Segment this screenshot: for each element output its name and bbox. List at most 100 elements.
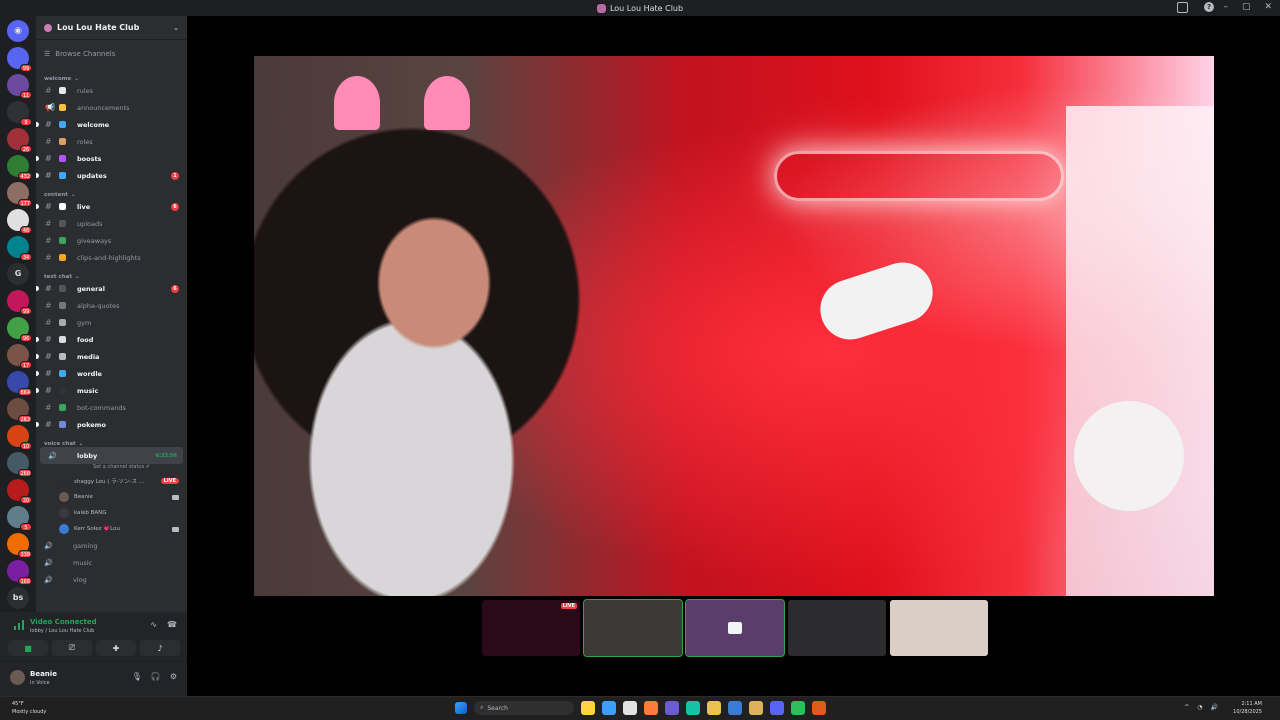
maximize-button[interactable]: ▢ (1242, 2, 1251, 12)
server-icon[interactable]: 9 (7, 101, 32, 126)
avatar[interactable] (10, 670, 25, 685)
server-icon[interactable]: 268 (7, 452, 32, 477)
server-icon[interactable]: G (7, 263, 29, 285)
voice-user[interactable]: Beanie (36, 489, 187, 505)
channel-wordle[interactable]: # wordle (36, 365, 187, 382)
taskbar-app-icon[interactable] (707, 701, 721, 715)
server-icon[interactable]: bs (7, 587, 29, 609)
screen-share-button[interactable]: ⎚ (52, 640, 92, 656)
channel-boosts[interactable]: # boosts (36, 150, 187, 167)
channel-media[interactable]: # media (36, 348, 187, 365)
noise-suppression-icon[interactable]: ∿ (150, 620, 157, 629)
minimize-button[interactable]: – (1223, 2, 1228, 12)
close-button[interactable]: ✕ (1264, 2, 1272, 12)
server-icon[interactable]: 5 (7, 506, 32, 531)
disconnect-icon[interactable]: ☎ (167, 620, 177, 629)
server-icon[interactable]: 177 (7, 182, 32, 207)
voice-user[interactable]: shaggy Lou ( ラ-ソン-ス ... LIVE (36, 473, 187, 489)
chevron-down-icon[interactable]: ⌄ (173, 24, 179, 32)
clock[interactable]: 2:11 AM 10/28/2025 (1233, 700, 1262, 716)
soundboard-button[interactable]: ♪ (140, 640, 180, 656)
server-icon[interactable]: 864 (7, 371, 32, 396)
taskbar-app-icon[interactable] (644, 701, 658, 715)
voice-status[interactable]: Video Connected (30, 618, 97, 626)
channel-food[interactable]: # food (36, 331, 187, 348)
taskbar-app-icon[interactable] (686, 701, 700, 715)
camera-button[interactable]: ■ (8, 640, 48, 656)
category-voice-chat[interactable]: voice chat ⌄ (36, 433, 187, 447)
server-icon[interactable]: 96 (7, 317, 32, 342)
browse-channels[interactable]: ☰ Browse Channels (36, 40, 187, 68)
channel-gym[interactable]: # gym (36, 314, 187, 331)
server-icon[interactable]: 17 (7, 344, 32, 369)
channel-roles[interactable]: # roles (36, 133, 187, 150)
inbox-icon[interactable] (1177, 2, 1188, 13)
taskbar-search[interactable]: ⌕ Search (474, 701, 574, 715)
taskbar-app-icon[interactable] (749, 701, 763, 715)
user-name[interactable]: Beanie (30, 670, 57, 678)
server-icon[interactable]: 263 (7, 398, 32, 423)
channel-general[interactable]: # general 6 (36, 280, 187, 297)
server-icon[interactable]: 432 (7, 155, 32, 180)
gear-icon[interactable]: ⚙ (170, 672, 177, 681)
activities-button[interactable]: ✚ (96, 640, 136, 656)
category-header[interactable]: text chat ⌄ (36, 266, 187, 280)
server-icon[interactable]: 48 (7, 209, 32, 234)
channel-welcome[interactable]: # welcome (36, 116, 187, 133)
channel-rules[interactable]: # rules (36, 82, 187, 99)
server-icon[interactable]: 99 (7, 290, 32, 315)
server-icon[interactable]: 20 (7, 479, 32, 504)
voice-channel-vlog[interactable]: 🔊 vlog (36, 571, 187, 588)
server-icon[interactable]: 26 (7, 128, 32, 153)
channel-bot-commands[interactable]: # bot-commands (36, 399, 187, 416)
headphones-icon[interactable]: 🎧 (151, 672, 161, 681)
participant-tile[interactable] (685, 599, 785, 657)
voice-user[interactable]: kaleb BANG (36, 505, 187, 521)
network-icon[interactable]: ◔ (1197, 704, 1202, 711)
taskbar-app-icon[interactable] (623, 701, 637, 715)
channel-uploads[interactable]: # uploads (36, 215, 187, 232)
voice-channel-lobby[interactable]: 🔊 lobby 6:23:56 (40, 447, 183, 464)
voice-user[interactable]: Kerr Solez 💗Lou (36, 521, 187, 537)
volume-icon[interactable]: 🔊 (1211, 704, 1218, 711)
channel-giveaways[interactable]: # giveaways (36, 232, 187, 249)
taskbar-app-icon[interactable] (812, 701, 826, 715)
channel-announcements[interactable]: 📢 announcements (36, 99, 187, 116)
channel-clips-and-highlights[interactable]: # clips-and-highlights (36, 249, 187, 266)
voice-channel-music[interactable]: 🔊 music (36, 554, 187, 571)
guild-header[interactable]: Lou Lou Hate Club ⌄ (36, 16, 187, 40)
taskbar-app-icon[interactable] (665, 701, 679, 715)
taskbar-app-icon[interactable] (581, 701, 595, 715)
participant-tile[interactable] (583, 599, 683, 657)
main-video-stream[interactable] (254, 56, 1214, 596)
server-icon[interactable]: 338 (7, 533, 32, 558)
microphone-icon[interactable]: 🎙 (132, 672, 142, 681)
voice-channel-path[interactable]: lobby / Lou Lou Hate Club (30, 628, 94, 634)
server-icon[interactable]: 34 (7, 236, 32, 261)
weather-widget[interactable]: 45°F Mostly cloudy (12, 700, 46, 716)
chevron-up-icon[interactable]: ^ (1184, 704, 1189, 711)
taskbar-app-icon[interactable] (728, 701, 742, 715)
start-button[interactable] (455, 702, 467, 714)
server-icon[interactable]: 10 (7, 425, 32, 450)
category-header[interactable]: content ⌄ (36, 184, 187, 198)
channel-alpha-quotes[interactable]: # alpha-quotes (36, 297, 187, 314)
server-icon[interactable]: 166 (7, 560, 32, 585)
channel-updates[interactable]: # updates 1 (36, 167, 187, 184)
voice-channel-gaming[interactable]: 🔊 gaming (36, 537, 187, 554)
category-header[interactable]: welcome ⌄ (36, 68, 187, 82)
channel-pokemo[interactable]: # pokemo (36, 416, 187, 433)
participant-tile[interactable] (890, 600, 988, 656)
channel-music[interactable]: # music (36, 382, 187, 399)
taskbar-app-icon[interactable] (791, 701, 805, 715)
participant-tile[interactable] (788, 600, 886, 656)
server-icon[interactable]: 11 (7, 74, 32, 99)
help-icon[interactable]: ? (1204, 2, 1214, 12)
channel-live[interactable]: # live 6 (36, 198, 187, 215)
server-icon[interactable]: 99 (7, 47, 32, 72)
taskbar-app-icon[interactable] (770, 701, 784, 715)
participant-tile[interactable]: LIVE (482, 600, 580, 656)
channel-status[interactable]: Set a channel status ✐ (36, 464, 187, 473)
taskbar-app-icon[interactable] (602, 701, 616, 715)
home-button[interactable]: ◉ (7, 20, 29, 42)
